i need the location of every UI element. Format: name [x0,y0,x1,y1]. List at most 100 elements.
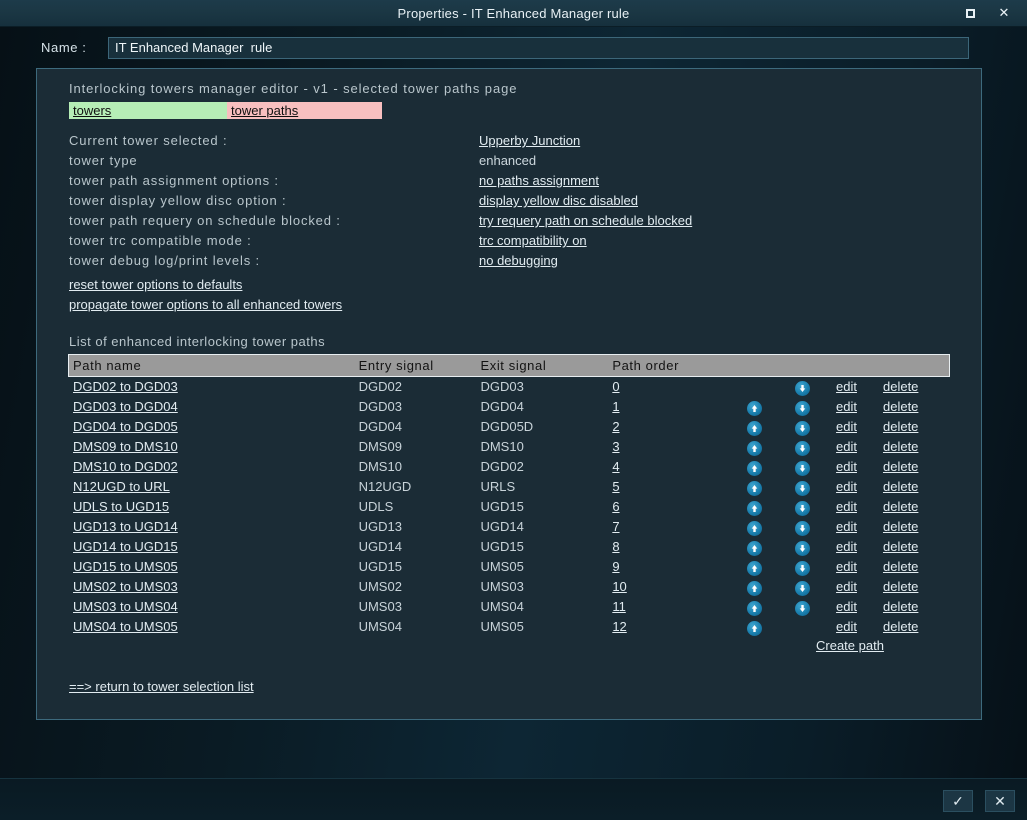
table-row: UGD15 to UMS05 UGD15 UMS05 9 edit delete [69,556,949,576]
edit-link[interactable]: edit [836,579,857,594]
edit-link[interactable]: edit [836,559,857,574]
tab-tower-paths[interactable]: tower paths [227,102,382,119]
propagate-tower-options-link[interactable]: propagate tower options to all enhanced … [69,297,342,312]
path-name-link[interactable]: DGD04 to DGD05 [73,419,178,434]
arrow-down-icon[interactable] [794,380,810,396]
path-name-link[interactable]: UMS03 to UMS04 [73,599,178,614]
path-name-link[interactable]: N12UGD to URL [73,479,170,494]
close-button[interactable]: ✕ [991,2,1017,24]
path-name-link[interactable]: UGD14 to UGD15 [73,539,178,554]
arrow-up-icon[interactable] [746,520,762,536]
path-name-link[interactable]: DMS09 to DMS10 [73,439,178,454]
path-order-link[interactable]: 12 [612,619,626,634]
arrow-down-icon[interactable] [794,500,810,516]
path-name-link[interactable]: DGD02 to DGD03 [73,379,178,394]
arrow-down-icon[interactable] [794,480,810,496]
info-value-path-assignment[interactable]: no paths assignment [479,173,599,193]
accept-button[interactable]: ✓ [943,790,973,812]
edit-link[interactable]: edit [836,599,857,614]
arrow-up-icon[interactable] [746,620,762,636]
path-order-link[interactable]: 1 [612,399,619,414]
path-order-link[interactable]: 10 [612,579,626,594]
delete-link[interactable]: delete [883,559,918,574]
return-to-tower-selection-link[interactable]: ==> return to tower selection list [69,679,254,694]
path-name-link[interactable]: UMS02 to UMS03 [73,579,178,594]
info-row: tower type enhanced [69,153,981,173]
arrow-down-icon[interactable] [794,520,810,536]
edit-link[interactable]: edit [836,379,857,394]
arrow-down-icon[interactable] [794,460,810,476]
path-order-link[interactable]: 5 [612,479,619,494]
arrow-up-icon[interactable] [746,400,762,416]
delete-link[interactable]: delete [883,439,918,454]
path-order-link[interactable]: 3 [612,439,619,454]
info-value-current-tower[interactable]: Upperby Junction [479,133,580,153]
delete-link[interactable]: delete [883,419,918,434]
arrow-up-icon[interactable] [746,540,762,556]
delete-link[interactable]: delete [883,619,918,634]
edit-link[interactable]: edit [836,619,857,634]
path-name-link[interactable]: UGD13 to UGD14 [73,519,178,534]
create-path-link[interactable]: Create path [816,638,884,653]
path-name-link[interactable]: UDLS to UGD15 [73,499,169,514]
info-value-trc-mode[interactable]: trc compatibility on [479,233,587,253]
path-order-link[interactable]: 7 [612,519,619,534]
col-edit [824,355,879,376]
info-value-yellow-disc[interactable]: display yellow disc disabled [479,193,638,213]
path-name-link[interactable]: UGD15 to UMS05 [73,559,178,574]
edit-link[interactable]: edit [836,399,857,414]
delete-link[interactable]: delete [883,579,918,594]
arrow-up-icon[interactable] [746,480,762,496]
delete-link[interactable]: delete [883,479,918,494]
maximize-button[interactable] [957,2,983,24]
path-name-link[interactable]: DGD03 to DGD04 [73,399,178,414]
reset-tower-options-link[interactable]: reset tower options to defaults [69,277,242,292]
path-order-link[interactable]: 8 [612,539,619,554]
delete-link[interactable]: delete [883,459,918,474]
delete-link[interactable]: delete [883,499,918,514]
arrow-up-icon[interactable] [746,600,762,616]
arrow-down-icon[interactable] [794,540,810,556]
info-value-debug-levels[interactable]: no debugging [479,253,558,273]
cell-move-up [728,436,776,456]
cancel-button[interactable]: ✕ [985,790,1015,812]
delete-link[interactable]: delete [883,399,918,414]
arrow-up-icon[interactable] [746,580,762,596]
edit-link[interactable]: edit [836,419,857,434]
col-entry-signal: Entry signal [358,358,434,373]
edit-link[interactable]: edit [836,539,857,554]
arrow-up-icon[interactable] [746,420,762,436]
cell-entry-signal: UDLS [358,498,394,514]
edit-link[interactable]: edit [836,459,857,474]
arrow-up-icon[interactable] [746,460,762,476]
path-order-link[interactable]: 4 [612,459,619,474]
info-row: tower path assignment options : no paths… [69,173,981,193]
delete-link[interactable]: delete [883,599,918,614]
path-name-link[interactable]: DMS10 to DGD02 [73,459,178,474]
path-order-link[interactable]: 11 [612,599,626,614]
delete-link[interactable]: delete [883,519,918,534]
info-value-requery[interactable]: try requery path on schedule blocked [479,213,692,233]
arrow-down-icon[interactable] [794,400,810,416]
arrow-down-icon[interactable] [794,600,810,616]
path-order-link[interactable]: 2 [612,419,619,434]
edit-link[interactable]: edit [836,519,857,534]
arrow-down-icon[interactable] [794,420,810,436]
path-order-link[interactable]: 9 [612,559,619,574]
tab-towers[interactable]: towers [69,102,227,119]
delete-link[interactable]: delete [883,379,918,394]
delete-link[interactable]: delete [883,539,918,554]
edit-link[interactable]: edit [836,479,857,494]
arrow-down-icon[interactable] [794,580,810,596]
path-order-link[interactable]: 0 [612,379,619,394]
path-name-link[interactable]: UMS04 to UMS05 [73,619,178,634]
arrow-down-icon[interactable] [794,440,810,456]
edit-link[interactable]: edit [836,499,857,514]
arrow-up-icon[interactable] [746,440,762,456]
arrow-down-icon[interactable] [794,560,810,576]
arrow-up-icon[interactable] [746,500,762,516]
name-input[interactable] [108,36,969,59]
path-order-link[interactable]: 6 [612,499,619,514]
edit-link[interactable]: edit [836,439,857,454]
arrow-up-icon[interactable] [746,560,762,576]
